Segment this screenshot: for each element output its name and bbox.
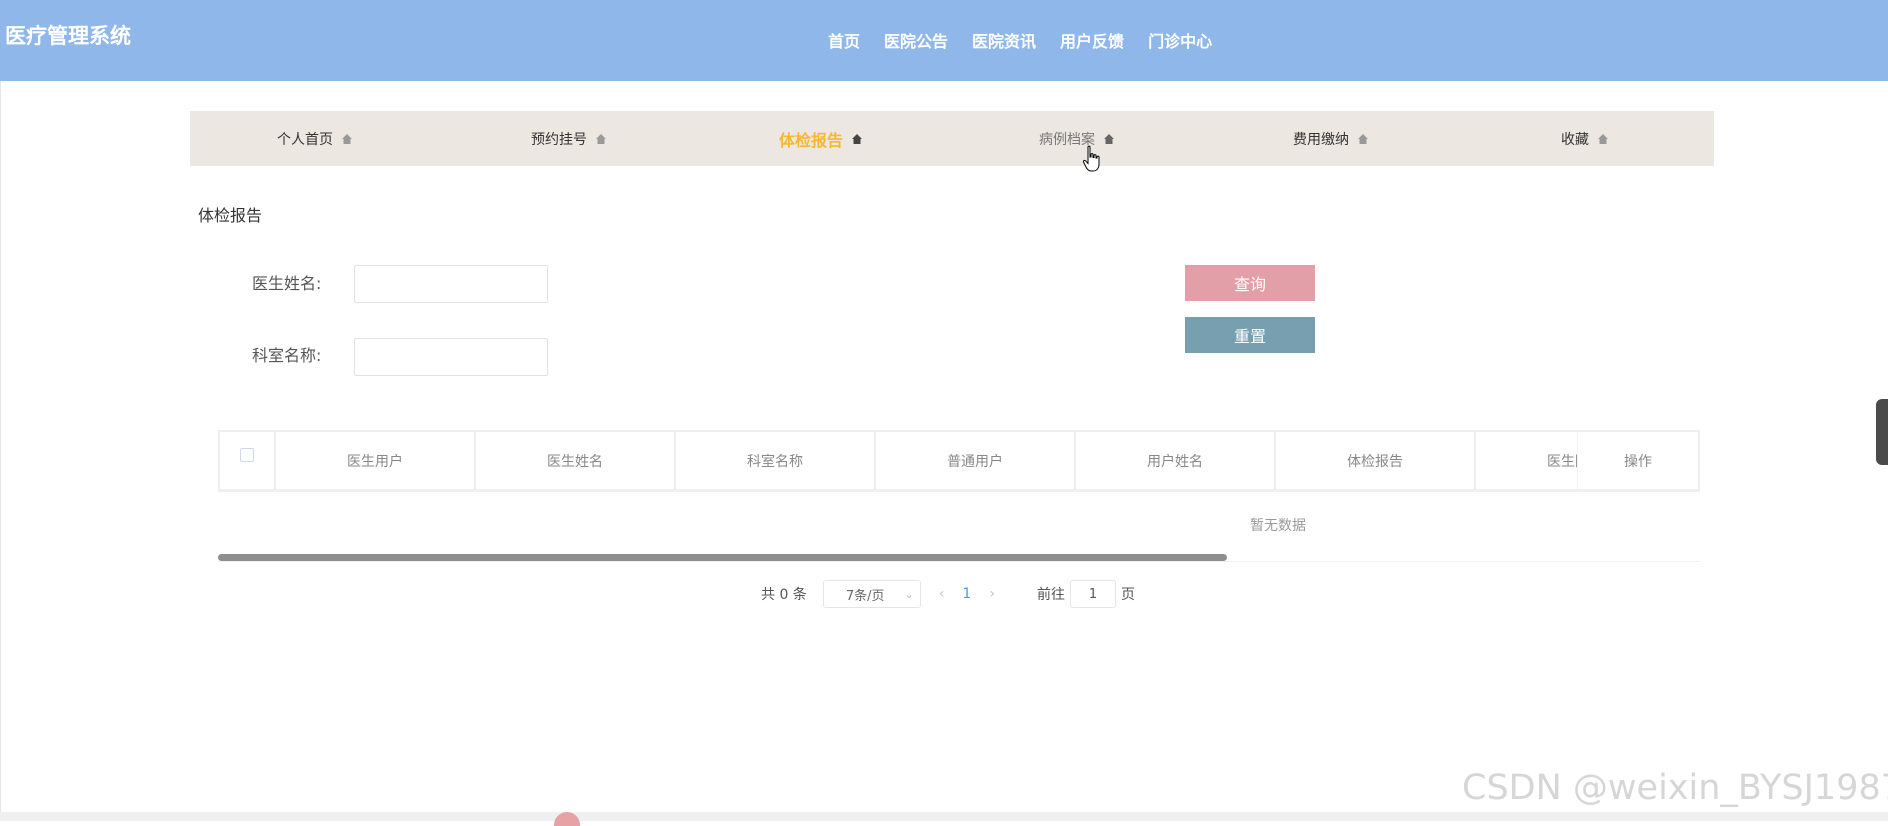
home-icon — [341, 133, 353, 145]
sub-nav: 个人首页 预约挂号 体检报告 病例档案 费用缴纳 收藏 — [190, 111, 1714, 166]
select-all-checkbox[interactable] — [240, 447, 254, 462]
home-icon — [851, 133, 863, 145]
home-icon — [595, 133, 607, 145]
subnav-label: 预约挂号 — [531, 131, 587, 148]
subnav-label: 个人首页 — [277, 131, 333, 148]
prev-page-icon[interactable]: ‹ — [939, 586, 945, 602]
page-size-value: 7条/页 — [845, 588, 885, 604]
page-size-select[interactable]: 7条/页 ⌄ — [822, 580, 921, 608]
column-header[interactable]: 普通用户 — [876, 432, 1076, 489]
column-header[interactable]: 医生姓名 — [476, 432, 676, 489]
goto-page-input[interactable]: 1 — [1069, 580, 1116, 608]
pagination: 共 0 条 7条/页 ⌄ ‹ 1 › 前往 1 页 — [761, 580, 1135, 608]
goto-suffix: 页 — [1120, 587, 1135, 603]
select-all-cell — [220, 432, 276, 489]
home-icon — [1103, 133, 1115, 145]
nav-hospital-news[interactable]: 医院资讯 — [972, 28, 1036, 52]
nav-home[interactable]: 首页 — [828, 28, 860, 52]
nav-hospital-notice[interactable]: 医院公告 — [884, 28, 948, 52]
reset-button[interactable]: 重置 — [1185, 317, 1315, 353]
department-label: 科室名称: — [252, 346, 322, 365]
page-title: 体检报告 — [198, 206, 263, 225]
chevron-down-icon: ⌄ — [904, 587, 914, 601]
subnav-checkup-report[interactable]: 体检报告 — [779, 111, 863, 166]
subnav-appointment[interactable]: 预约挂号 — [531, 111, 607, 166]
hand-cursor-icon — [1082, 145, 1100, 172]
column-header[interactable]: 用户姓名 — [1076, 432, 1276, 489]
nav-outpatient-center[interactable]: 门诊中心 — [1148, 28, 1212, 52]
doctor-name-input[interactable] — [354, 265, 548, 303]
page-number-current[interactable]: 1 — [962, 586, 971, 602]
side-drawer-handle[interactable] — [1876, 399, 1888, 465]
column-header[interactable]: 科室名称 — [676, 432, 876, 489]
watermark-text: CSDN @weixin_BYSJ1987 — [1462, 768, 1888, 808]
nav-user-feedback[interactable]: 用户反馈 — [1060, 28, 1124, 52]
column-header[interactable]: 体检报告 — [1276, 432, 1476, 489]
department-input[interactable] — [354, 338, 548, 376]
subnav-medical-records[interactable]: 病例档案 — [1039, 111, 1115, 166]
goto-label: 前往 — [1036, 587, 1065, 603]
doctor-name-label: 医生姓名: — [252, 274, 322, 293]
next-page-icon[interactable]: › — [989, 586, 995, 602]
app-title: 医疗管理系统 — [5, 24, 131, 48]
subnav-label: 收藏 — [1561, 131, 1589, 148]
column-header[interactable]: 医生用户 — [276, 432, 476, 489]
subnav-personal-home[interactable]: 个人首页 — [277, 111, 353, 166]
subnav-favorites[interactable]: 收藏 — [1561, 111, 1609, 166]
subnav-payment[interactable]: 费用缴纳 — [1293, 111, 1369, 166]
page-left-border — [0, 81, 1, 821]
home-icon — [1357, 133, 1369, 145]
horizontal-scrollbar[interactable] — [218, 554, 1700, 562]
total-count: 共 0 条 — [761, 587, 807, 603]
bottom-bar — [0, 812, 1888, 821]
empty-state-text: 暂无数据 — [1250, 518, 1306, 534]
subnav-label: 费用缴纳 — [1293, 131, 1349, 148]
data-table: 医生用户 医生姓名 科室名称 普通用户 用户姓名 体检报告 医生回复 操作 暂无… — [218, 430, 1700, 562]
query-button[interactable]: 查询 — [1185, 265, 1315, 301]
scrollbar-thumb[interactable] — [218, 554, 1227, 561]
table-header: 医生用户 医生姓名 科室名称 普通用户 用户姓名 体检报告 医生回复 操作 — [218, 430, 1700, 492]
subnav-label: 体检报告 — [779, 130, 844, 150]
main-nav: 首页 医院公告 医院资讯 用户反馈 门诊中心 — [828, 28, 1236, 52]
home-icon — [1597, 133, 1609, 145]
operation-column-header: 操作 — [1577, 432, 1698, 489]
top-header: 医疗管理系统 首页 医院公告 医院资讯 用户反馈 门诊中心 — [0, 0, 1888, 81]
